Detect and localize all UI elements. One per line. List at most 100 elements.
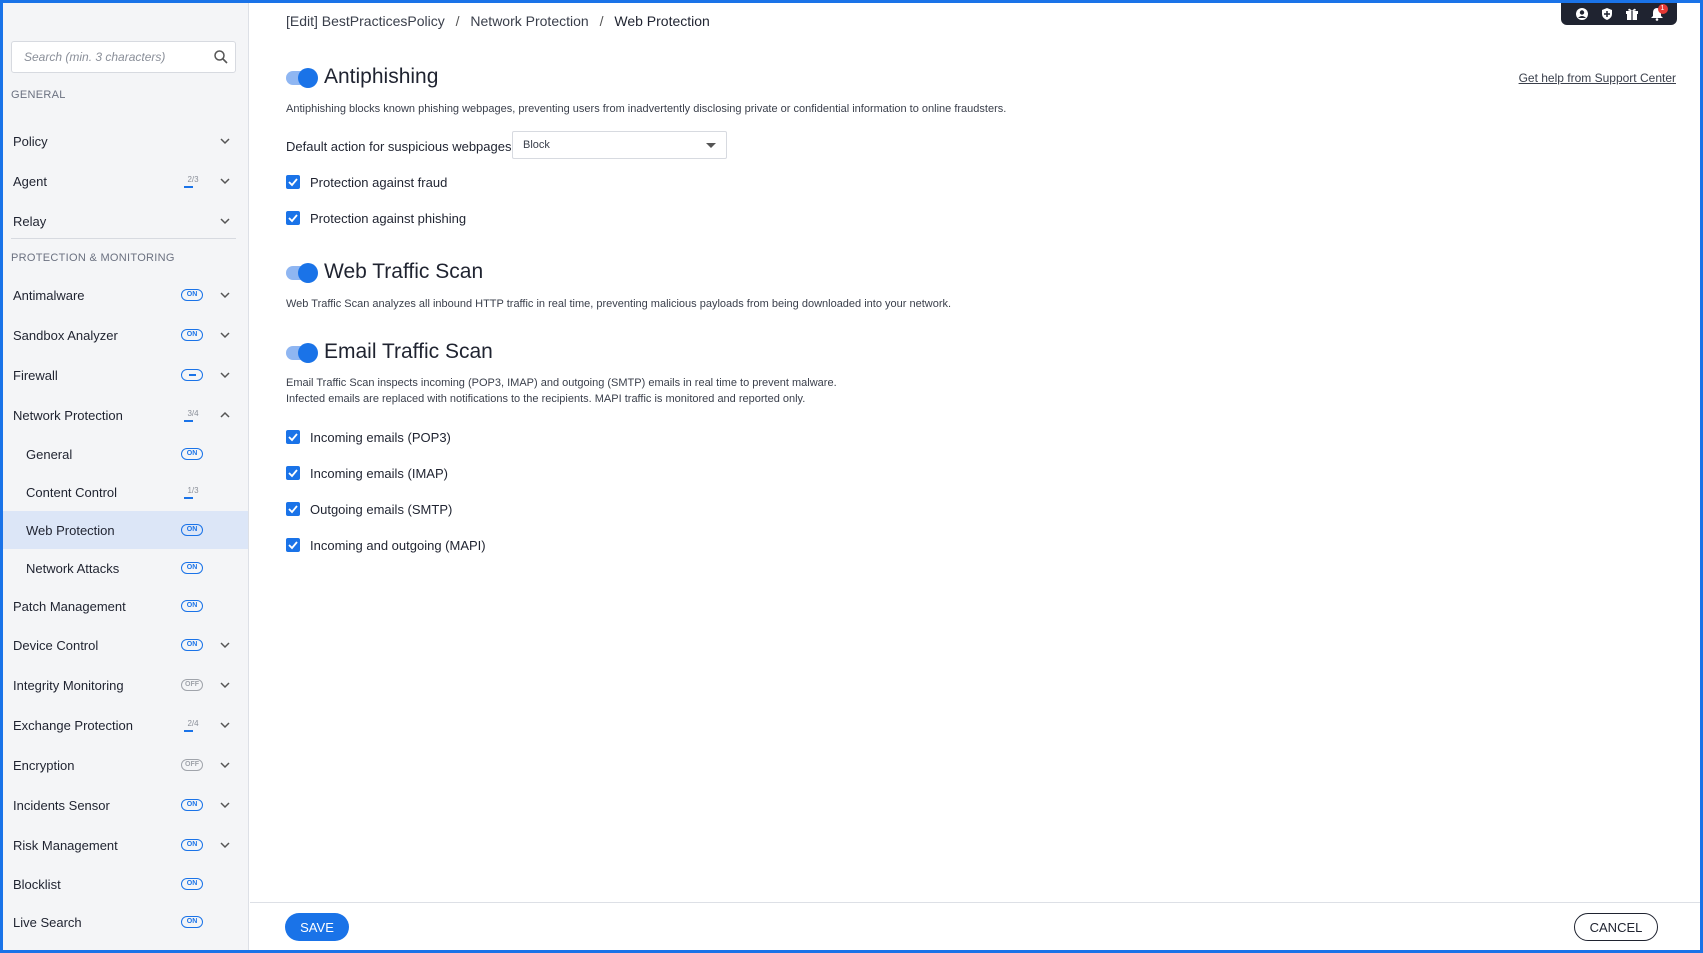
caret-down-icon: [706, 143, 716, 148]
fraud-checkbox[interactable]: [286, 175, 300, 189]
sidebar-item-label: Device Control: [13, 637, 99, 653]
sidebar-item-exchange-protection[interactable]: Exchange Protection 2/4: [3, 706, 248, 744]
phishing-checkbox[interactable]: [286, 211, 300, 225]
sidebar-item-firewall[interactable]: Firewall: [3, 356, 248, 394]
sidebar-item-general[interactable]: General ON: [3, 435, 248, 473]
sidebar-item-label: Sandbox Analyzer: [13, 327, 118, 343]
status-badge: ON: [181, 916, 203, 928]
default-action-select[interactable]: Block: [512, 131, 727, 159]
status-badge: ON: [181, 562, 203, 574]
chevron-up-icon: [220, 411, 230, 418]
section-title-protection: PROTECTION & MONITORING: [11, 252, 175, 264]
chevron-down-icon: [220, 842, 230, 849]
imap-checkbox[interactable]: [286, 466, 300, 480]
sidebar-item-label: Firewall: [13, 367, 58, 383]
breadcrumb-separator: /: [599, 13, 604, 29]
sidebar-item-label: Agent: [13, 173, 47, 189]
pop3-checkbox[interactable]: [286, 430, 300, 444]
breadcrumb-network-protection[interactable]: Network Protection: [470, 13, 588, 29]
sidebar-item-incidents-sensor[interactable]: Incidents Sensor ON: [3, 786, 248, 824]
sidebar-item-label: Integrity Monitoring: [13, 677, 124, 693]
breadcrumb: [Edit] BestPracticesPolicy / Network Pro…: [286, 13, 710, 29]
sidebar-item-web-protection[interactable]: Web Protection ON: [3, 511, 248, 549]
checkbox-row-pop3[interactable]: Incoming emails (POP3): [286, 429, 451, 445]
checkbox-label: Protection against phishing: [310, 210, 467, 226]
checkbox-row-fraud[interactable]: Protection against fraud: [286, 174, 447, 190]
sidebar-item-network-attacks[interactable]: Network Attacks ON: [3, 549, 248, 587]
sidebar-item-sandbox-analyzer[interactable]: Sandbox Analyzer ON: [3, 316, 248, 354]
sidebar-item-network-protection[interactable]: Network Protection 3/4: [3, 396, 248, 434]
progress-fraction-badge: 3/4: [184, 409, 202, 422]
chevron-down-icon: [220, 178, 230, 185]
support-center-link[interactable]: Get help from Support Center: [1519, 71, 1676, 85]
checkmark-icon: [288, 541, 298, 550]
sidebar-item-label: Patch Management: [13, 598, 126, 614]
sidebar-item-risk-management[interactable]: Risk Management ON: [3, 826, 248, 864]
footer-bar: SAVE CANCEL: [250, 902, 1700, 950]
checkbox-label: Protection against fraud: [310, 174, 448, 190]
shield-icon[interactable]: [1600, 7, 1614, 21]
web-traffic-scan-toggle[interactable]: [286, 263, 318, 283]
sidebar-item-label: General: [26, 446, 73, 462]
status-badge: ON: [181, 524, 203, 536]
sidebar-item-label: Encryption: [13, 757, 75, 773]
breadcrumb-current: Web Protection: [614, 13, 710, 29]
default-action-label: Default action for suspicious webpages:: [286, 139, 516, 154]
smtp-checkbox[interactable]: [286, 502, 300, 516]
sidebar-item-content-control[interactable]: Content Control 1/3: [3, 473, 248, 511]
sidebar-item-label: Live Search: [13, 914, 82, 930]
window-frame: [0, 0, 1703, 953]
sidebar-item-label: Risk Management: [13, 837, 118, 853]
sidebar-item-label: Network Attacks: [26, 560, 120, 576]
status-badge: OFF: [181, 679, 203, 691]
status-badge: OFF: [181, 759, 203, 771]
sidebar-item-label: Antimalware: [13, 287, 85, 303]
save-button[interactable]: SAVE: [285, 913, 349, 941]
chevron-down-icon: [220, 722, 230, 729]
notification-count-badge: 1: [1657, 4, 1668, 14]
breadcrumb-policy[interactable]: [Edit] BestPracticesPolicy: [286, 13, 445, 29]
checkbox-row-imap[interactable]: Incoming emails (IMAP): [286, 465, 448, 481]
progress-fraction-badge: 2/4: [184, 719, 202, 732]
checkbox-row-mapi[interactable]: Incoming and outgoing (MAPI): [286, 537, 486, 553]
sidebar-item-patch-management[interactable]: Patch Management ON: [3, 587, 248, 625]
checkbox-row-smtp[interactable]: Outgoing emails (SMTP): [286, 501, 452, 517]
top-icon-bar: 1: [1561, 3, 1677, 25]
search-input[interactable]: [12, 42, 235, 72]
chevron-down-icon: [220, 762, 230, 769]
sidebar-item-label: Blocklist: [13, 876, 61, 892]
notifications-button[interactable]: 1: [1650, 4, 1668, 21]
sidebar-item-encryption[interactable]: Encryption OFF: [3, 746, 248, 784]
chevron-down-icon: [220, 372, 230, 379]
checkbox-row-phishing[interactable]: Protection against phishing: [286, 210, 466, 226]
chevron-down-icon: [220, 292, 230, 299]
status-badge: ON: [181, 329, 203, 341]
checkbox-label: Incoming and outgoing (MAPI): [310, 537, 486, 553]
sidebar-item-policy[interactable]: Policy: [3, 122, 248, 160]
sidebar-item-integrity-monitoring[interactable]: Integrity Monitoring OFF: [3, 666, 248, 704]
checkbox-label: Incoming emails (POP3): [310, 429, 451, 445]
sidebar-item-label: Network Protection: [13, 407, 123, 423]
sidebar-item-agent[interactable]: Agent 2/3: [3, 162, 248, 200]
checkmark-icon: [288, 505, 298, 514]
select-value: Block: [523, 139, 550, 151]
search-box[interactable]: [11, 41, 236, 73]
sidebar-item-relay[interactable]: Relay: [3, 202, 248, 240]
status-badge: ON: [181, 639, 203, 651]
sidebar-item-blocklist[interactable]: Blocklist ON: [3, 865, 248, 903]
mapi-checkbox[interactable]: [286, 538, 300, 552]
email-traffic-scan-toggle[interactable]: [286, 343, 318, 363]
antiphishing-toggle[interactable]: [286, 68, 318, 88]
checkmark-icon: [288, 214, 298, 223]
user-icon[interactable]: [1575, 7, 1589, 21]
sidebar-item-antimalware[interactable]: Antimalware ON: [3, 276, 248, 314]
chevron-down-icon: [220, 682, 230, 689]
gift-icon[interactable]: [1625, 7, 1639, 21]
sidebar-item-device-control[interactable]: Device Control ON: [3, 626, 248, 664]
checkmark-icon: [288, 178, 298, 187]
sidebar-item-live-search[interactable]: Live Search ON: [3, 903, 248, 941]
breadcrumb-separator: /: [455, 13, 460, 29]
cancel-button[interactable]: CANCEL: [1574, 913, 1658, 941]
progress-fraction-badge: 2/3: [184, 175, 202, 188]
search-icon[interactable]: [213, 49, 229, 65]
